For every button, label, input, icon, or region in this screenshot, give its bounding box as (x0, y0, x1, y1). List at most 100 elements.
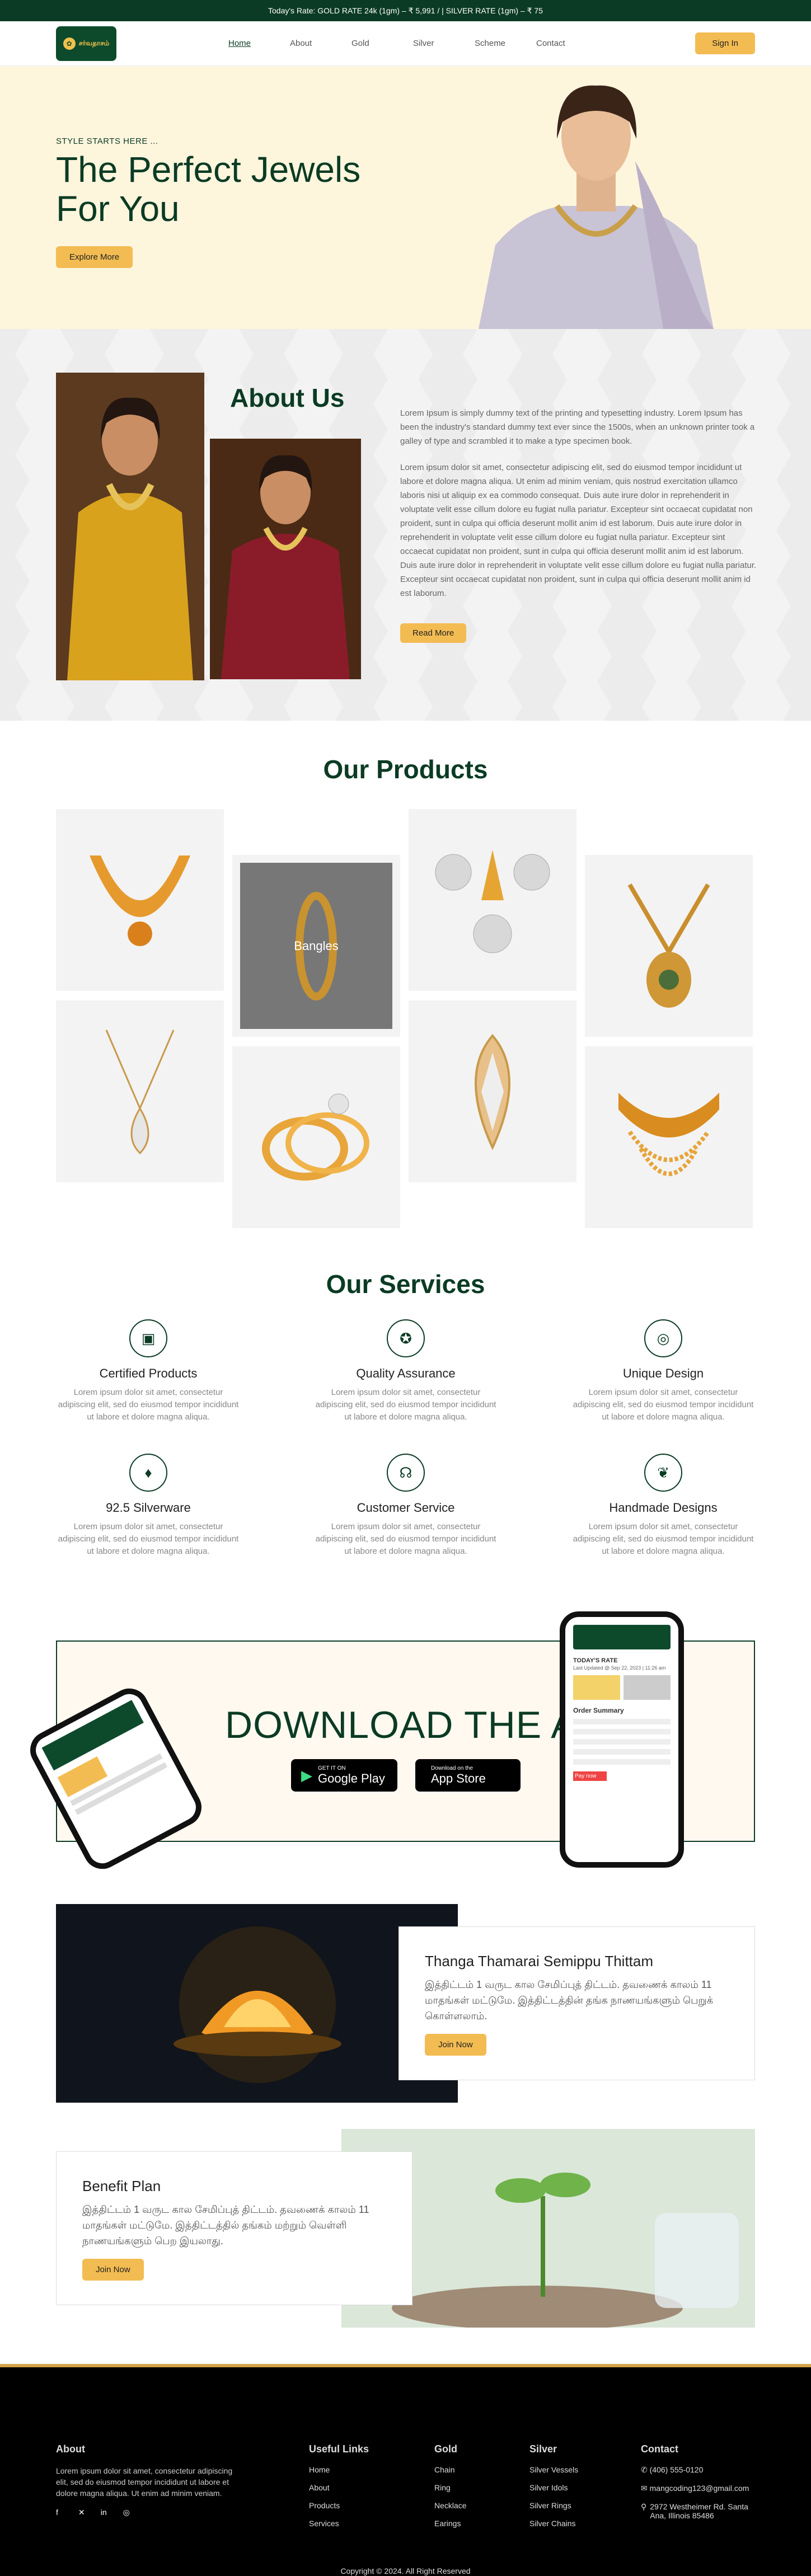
footer-link[interactable]: Services (309, 2519, 369, 2528)
product-rings[interactable] (232, 1046, 400, 1228)
footer-link[interactable]: Chain (434, 2465, 467, 2474)
hero-title: The Perfect Jewels For You (56, 149, 361, 229)
footer-link[interactable]: Earings (434, 2519, 467, 2528)
sign-in-button[interactable]: Sign In (695, 32, 755, 54)
earrings-image (435, 849, 550, 953)
rate-ticker: Today's Rate: GOLD RATE 24k (1gm) – ₹ 5,… (0, 0, 811, 21)
nav-contact[interactable]: Contact (536, 39, 598, 48)
footer-link[interactable]: Silver Chains (529, 2519, 578, 2528)
mail-icon: ✉ (641, 2484, 648, 2493)
footer-link[interactable]: About (309, 2483, 369, 2492)
facebook-icon[interactable]: f (56, 2508, 71, 2522)
service-name: Certified Products (99, 1366, 198, 1380)
footer-phone[interactable]: (406) 555-0120 (650, 2465, 704, 2474)
footer-gold: Gold Chain Ring Necklace Earings (434, 2443, 467, 2537)
products-title: Our Products (323, 755, 488, 784)
product-pendant[interactable] (56, 1000, 224, 1182)
headset-icon: ☊ (387, 1454, 425, 1492)
logo[interactable]: ✿ சர்வதாசம் (56, 26, 116, 61)
service-customer: ☊ Customer Service Lorem ipsum dolor sit… (313, 1454, 498, 1558)
pendant-chain-image (627, 883, 710, 1008)
phone-mockup-right: TODAY'S RATE Last Updated @ Sep 22, 2023… (560, 1611, 684, 1868)
linkedin-icon[interactable]: in (101, 2508, 115, 2522)
product-bangles[interactable]: Bangles (232, 855, 400, 1037)
scheme-join-button[interactable]: Join Now (425, 2034, 486, 2056)
service-desc: Lorem ipsum dolor sit amet, consectetur … (315, 1522, 496, 1556)
phone-order-title: Order Summary (573, 1707, 624, 1714)
phone-mockup-left (24, 1681, 208, 1876)
services-title: Our Services (326, 1270, 485, 1299)
nav-home[interactable]: Home (228, 39, 290, 48)
about-paragraph-2: Lorem ipsum dolor sit amet, consectetur … (400, 463, 757, 598)
main-nav: Home About Gold Silver Scheme Contact (228, 39, 598, 48)
product-choker[interactable] (585, 1046, 753, 1228)
logo-text: சர்வதாசம் (78, 39, 110, 47)
pendant-image (105, 1029, 175, 1154)
benefit-join-button[interactable]: Join Now (82, 2259, 144, 2281)
footer-silver: Silver Silver Vessels Silver Idols Silve… (529, 2443, 578, 2537)
about-text: Lorem Ipsum is simply dummy text of the … (400, 406, 758, 613)
product-ring-diamond[interactable] (409, 1000, 576, 1182)
benefit-banner: Benefit Plan இத்திட்டம் 1 வருட கால சேமிப… (56, 2129, 755, 2328)
products-section: Our Products Bangles (0, 721, 811, 1269)
service-desc: Lorem ipsum dolor sit amet, consectetur … (573, 1388, 754, 1422)
footer-link[interactable]: Products (309, 2501, 369, 2510)
service-handmade: ❦ Handmade Designs Lorem ipsum dolor sit… (571, 1454, 756, 1558)
footer-link[interactable]: Silver Idols (529, 2483, 578, 2492)
explore-more-button[interactable]: Explore More (56, 246, 133, 268)
product-caption: Bangles (294, 938, 339, 953)
phone-icon: ✆ (641, 2465, 648, 2474)
services-section: Our Services ▣ Certified Products Lorem … (0, 1269, 811, 1661)
product-necklace[interactable] (56, 809, 224, 991)
nav-scheme[interactable]: Scheme (475, 39, 536, 48)
scheme-text: இத்திட்டம் 1 வருட கால சேமிப்புத் திட்டம்… (425, 1979, 714, 2022)
ring-diamond-image (475, 1033, 510, 1150)
service-name: Handmade Designs (609, 1501, 718, 1515)
google-small: GET IT ON (318, 1765, 346, 1771)
footer-silver-title: Silver (529, 2443, 557, 2455)
service-quality: ✪ Quality Assurance Lorem ipsum dolor si… (313, 1319, 498, 1423)
location-icon: ⚲ (641, 2502, 647, 2511)
rate-text: Today's Rate: GOLD RATE 24k (1gm) – ₹ 5,… (268, 6, 543, 15)
certificate-icon: ▣ (129, 1319, 167, 1357)
medal-icon: ✪ (387, 1319, 425, 1357)
footer-contact: Contact ✆ (406) 555-0120 ✉ mangcoding123… (641, 2443, 753, 2529)
lotus-icon: ✿ (63, 37, 76, 50)
footer-link[interactable]: Silver Vessels (529, 2465, 578, 2474)
footer-email[interactable]: mangcoding123@gmail.com (650, 2484, 749, 2493)
nav-gold[interactable]: Gold (351, 39, 413, 48)
nav-about[interactable]: About (290, 39, 351, 48)
benefit-title: Benefit Plan (82, 2178, 161, 2194)
service-name: Unique Design (622, 1366, 704, 1380)
service-desc: Lorem ipsum dolor sit amet, consectetur … (58, 1388, 239, 1422)
footer-contact-title: Contact (641, 2443, 678, 2455)
read-more-button[interactable]: Read More (400, 623, 467, 643)
benefit-card: Benefit Plan இத்திட்டம் 1 வருட கால சேமிப… (56, 2151, 412, 2305)
download-app-section: DOWNLOAD THE APP ▶ GET IT ON Google Play … (24, 1611, 755, 1876)
app-store-button[interactable]: Download on the App Store (415, 1759, 521, 1792)
lotus-lamp-image (56, 1904, 458, 2103)
rings-icon: ◎ (644, 1319, 682, 1357)
service-unique-design: ◎ Unique Design Lorem ipsum dolor sit am… (571, 1319, 756, 1423)
footer-link[interactable]: Home (309, 2465, 369, 2474)
instagram-icon[interactable]: ◎ (123, 2508, 138, 2522)
footer-link[interactable]: Silver Rings (529, 2501, 578, 2510)
about-image-right (210, 439, 361, 679)
phone-rate-title: TODAY'S RATE (573, 1657, 618, 1664)
service-name: 92.5 Silverware (106, 1501, 191, 1515)
play-icon: ▶ (301, 1766, 312, 1784)
hero-section: STYLE STARTS HERE ... The Perfect Jewels… (0, 66, 811, 329)
product-pendant-chain[interactable] (585, 855, 753, 1037)
service-desc: Lorem ipsum dolor sit amet, consectetur … (573, 1522, 754, 1556)
apple-small: Download on the (431, 1765, 474, 1771)
twitter-icon[interactable]: ✕ (78, 2508, 93, 2522)
google-play-button[interactable]: ▶ GET IT ON Google Play (291, 1759, 397, 1792)
footer-link[interactable]: Ring (434, 2483, 467, 2492)
necklace-image (90, 855, 190, 946)
nav-silver[interactable]: Silver (413, 39, 475, 48)
hero-pretitle: STYLE STARTS HERE ... (56, 137, 158, 146)
footer-link[interactable]: Necklace (434, 2501, 467, 2510)
service-name: Quality Assurance (356, 1366, 456, 1380)
product-earrings[interactable] (409, 809, 576, 991)
phone-updated: Last Updated @ Sep 22, 2023 | 11:26 am (573, 1665, 666, 1671)
